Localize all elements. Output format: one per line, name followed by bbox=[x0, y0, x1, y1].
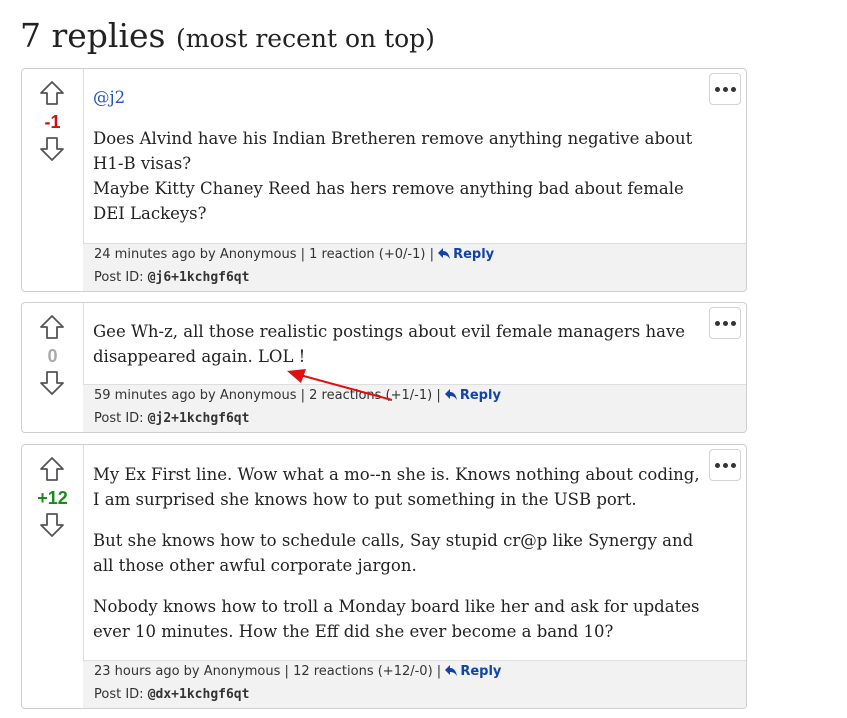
post-time: 23 hours ago bbox=[94, 664, 180, 679]
replies-order-note: (most recent on top) bbox=[176, 24, 435, 53]
post-paragraph: Nobody knows how to troll a Monday board… bbox=[93, 597, 700, 641]
reply-button[interactable]: Reply bbox=[438, 247, 494, 262]
post-time: 59 minutes ago bbox=[94, 388, 196, 403]
vote-score: -1 bbox=[44, 112, 61, 132]
reactions-count[interactable]: 1 reaction (+0/-1) bbox=[309, 247, 425, 262]
post-text-line: Maybe Kitty Chaney Reed has hers remove … bbox=[93, 179, 684, 223]
post-menu-button[interactable] bbox=[709, 449, 741, 481]
post-body: @j2 Does Alvind have his Indian Brethere… bbox=[93, 85, 700, 226]
vote-score: 0 bbox=[47, 346, 58, 366]
reactions-count[interactable]: 12 reactions (+12/-0) bbox=[293, 664, 433, 679]
post-text-line: Does Alvind have his Indian Bretheren re… bbox=[93, 129, 693, 173]
post-author: by Anonymous bbox=[199, 247, 297, 262]
post-footer: 23 hours ago by Anonymous | 12 reactions… bbox=[83, 660, 746, 708]
ellipsis-icon bbox=[714, 462, 736, 468]
ellipsis-icon bbox=[714, 86, 736, 92]
vote-column: -1 bbox=[22, 69, 84, 291]
post-footer: 59 minutes ago by Anonymous | 2 reaction… bbox=[83, 384, 746, 432]
upvote-button[interactable] bbox=[39, 456, 65, 482]
reply-post: 0 Gee Wh-z, all those realistic postings… bbox=[21, 302, 747, 433]
separator: | bbox=[436, 388, 441, 403]
reply-button[interactable]: Reply bbox=[445, 664, 501, 679]
post-id-value: @j2+1kchgf6qt bbox=[147, 411, 250, 426]
replies-heading: 7 replies (most recent on top) bbox=[20, 16, 435, 55]
reply-post: -1 @j2 Does Alvind have his Indian Breth… bbox=[21, 68, 747, 292]
ellipsis-icon bbox=[714, 320, 736, 326]
post-id-value: @dx+1kchgf6qt bbox=[147, 687, 250, 702]
post-author: by Anonymous bbox=[183, 664, 281, 679]
separator: | bbox=[284, 664, 289, 679]
replies-count: 7 replies bbox=[20, 16, 166, 55]
vote-column: 0 bbox=[22, 303, 84, 432]
reactions-count[interactable]: 2 reactions (+1/-1) bbox=[309, 388, 432, 403]
downvote-button[interactable] bbox=[39, 512, 65, 538]
post-author: by Anonymous bbox=[199, 388, 297, 403]
downvote-button[interactable] bbox=[39, 370, 65, 396]
post-time: 24 minutes ago bbox=[94, 247, 196, 262]
post-body: Gee Wh-z, all those realistic postings a… bbox=[93, 319, 700, 369]
vote-column: +12 bbox=[22, 445, 84, 708]
reply-button[interactable]: Reply bbox=[444, 388, 501, 403]
post-id-label: Post ID: bbox=[94, 270, 144, 285]
vote-score: +12 bbox=[37, 488, 68, 508]
reply-post: +12 My Ex First line. Wow what a mo--n s… bbox=[21, 444, 747, 709]
mention-link[interactable]: @j2 bbox=[93, 88, 125, 107]
post-menu-button[interactable] bbox=[709, 73, 741, 105]
post-footer: 24 minutes ago by Anonymous | 1 reaction… bbox=[83, 243, 746, 291]
post-menu-button[interactable] bbox=[709, 307, 741, 339]
post-id-value: @j6+1kchgf6qt bbox=[147, 270, 250, 285]
downvote-button[interactable] bbox=[39, 136, 65, 162]
reply-arrow-icon bbox=[438, 248, 451, 259]
reply-arrow-icon bbox=[444, 389, 457, 400]
post-body: My Ex First line. Wow what a mo--n she i… bbox=[93, 462, 700, 644]
upvote-button[interactable] bbox=[39, 314, 65, 340]
reply-label: Reply bbox=[459, 388, 501, 403]
separator: | bbox=[300, 388, 306, 403]
separator: | bbox=[429, 247, 434, 262]
post-paragraph: Gee Wh-z, all those realistic postings a… bbox=[93, 322, 686, 366]
separator: | bbox=[300, 247, 306, 262]
reply-label: Reply bbox=[460, 664, 502, 679]
post-paragraph: My Ex First line. Wow what a mo--n she i… bbox=[93, 465, 700, 509]
upvote-button[interactable] bbox=[39, 80, 65, 106]
post-id-label: Post ID: bbox=[94, 687, 144, 702]
separator: | bbox=[436, 664, 442, 679]
post-id-label: Post ID: bbox=[94, 411, 144, 426]
post-paragraph: But she knows how to schedule calls, Say… bbox=[93, 531, 694, 575]
reply-arrow-icon bbox=[445, 665, 458, 676]
reply-label: Reply bbox=[453, 247, 495, 262]
